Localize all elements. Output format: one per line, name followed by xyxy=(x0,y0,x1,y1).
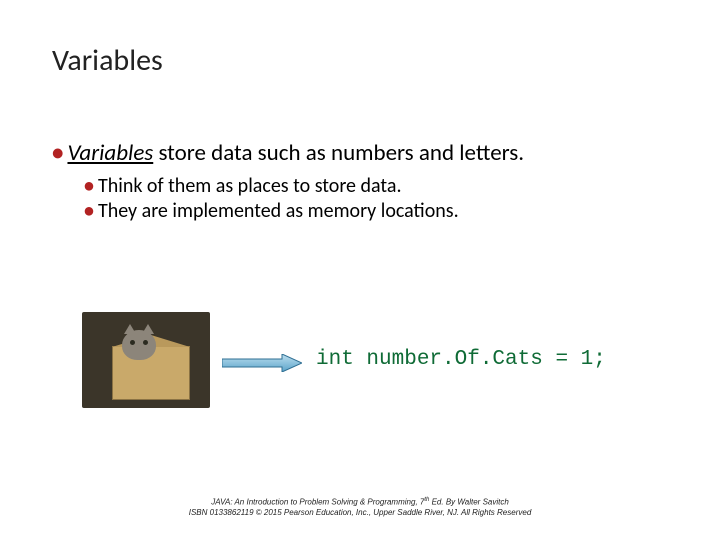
bullet-icon: • xyxy=(84,174,94,198)
footer: JAVA: An Introduction to Problem Solving… xyxy=(0,497,720,518)
bullet-icon: • xyxy=(84,199,94,223)
bullet-icon: • xyxy=(52,139,63,167)
footer-line-1: JAVA: An Introduction to Problem Solving… xyxy=(0,497,720,508)
cat-shape xyxy=(122,330,156,360)
footer-line-1b: Ed. By Walter Savitch xyxy=(429,498,508,507)
cat-eye xyxy=(143,340,148,345)
bullet-sub-2: •They are implemented as memory location… xyxy=(84,199,672,224)
slide: Variables •Variables store data such as … xyxy=(0,0,720,540)
code-sample: int number.Of.Cats = 1; xyxy=(316,348,606,371)
bullet-sub-1-text: Think of them as places to store data. xyxy=(98,174,402,198)
bullet-main-rest: store data such as numbers and letters. xyxy=(153,139,524,167)
arrow-icon xyxy=(222,354,302,372)
bullet-main-emph: Variables xyxy=(67,139,153,167)
body-content: •Variables store data such as numbers an… xyxy=(52,140,672,224)
footer-line-1a: JAVA: An Introduction to Problem Solving… xyxy=(211,498,424,507)
bullet-sub-1: •Think of them as places to store data. xyxy=(84,174,672,199)
slide-title: Variables xyxy=(52,42,163,79)
cat-in-box-image xyxy=(82,312,210,408)
bullet-main: •Variables store data such as numbers an… xyxy=(52,140,672,168)
cat-eye xyxy=(130,340,135,345)
bullet-sub-2-text: They are implemented as memory locations… xyxy=(98,199,459,223)
footer-line-2: ISBN 0133862119 © 2015 Pearson Education… xyxy=(0,508,720,518)
